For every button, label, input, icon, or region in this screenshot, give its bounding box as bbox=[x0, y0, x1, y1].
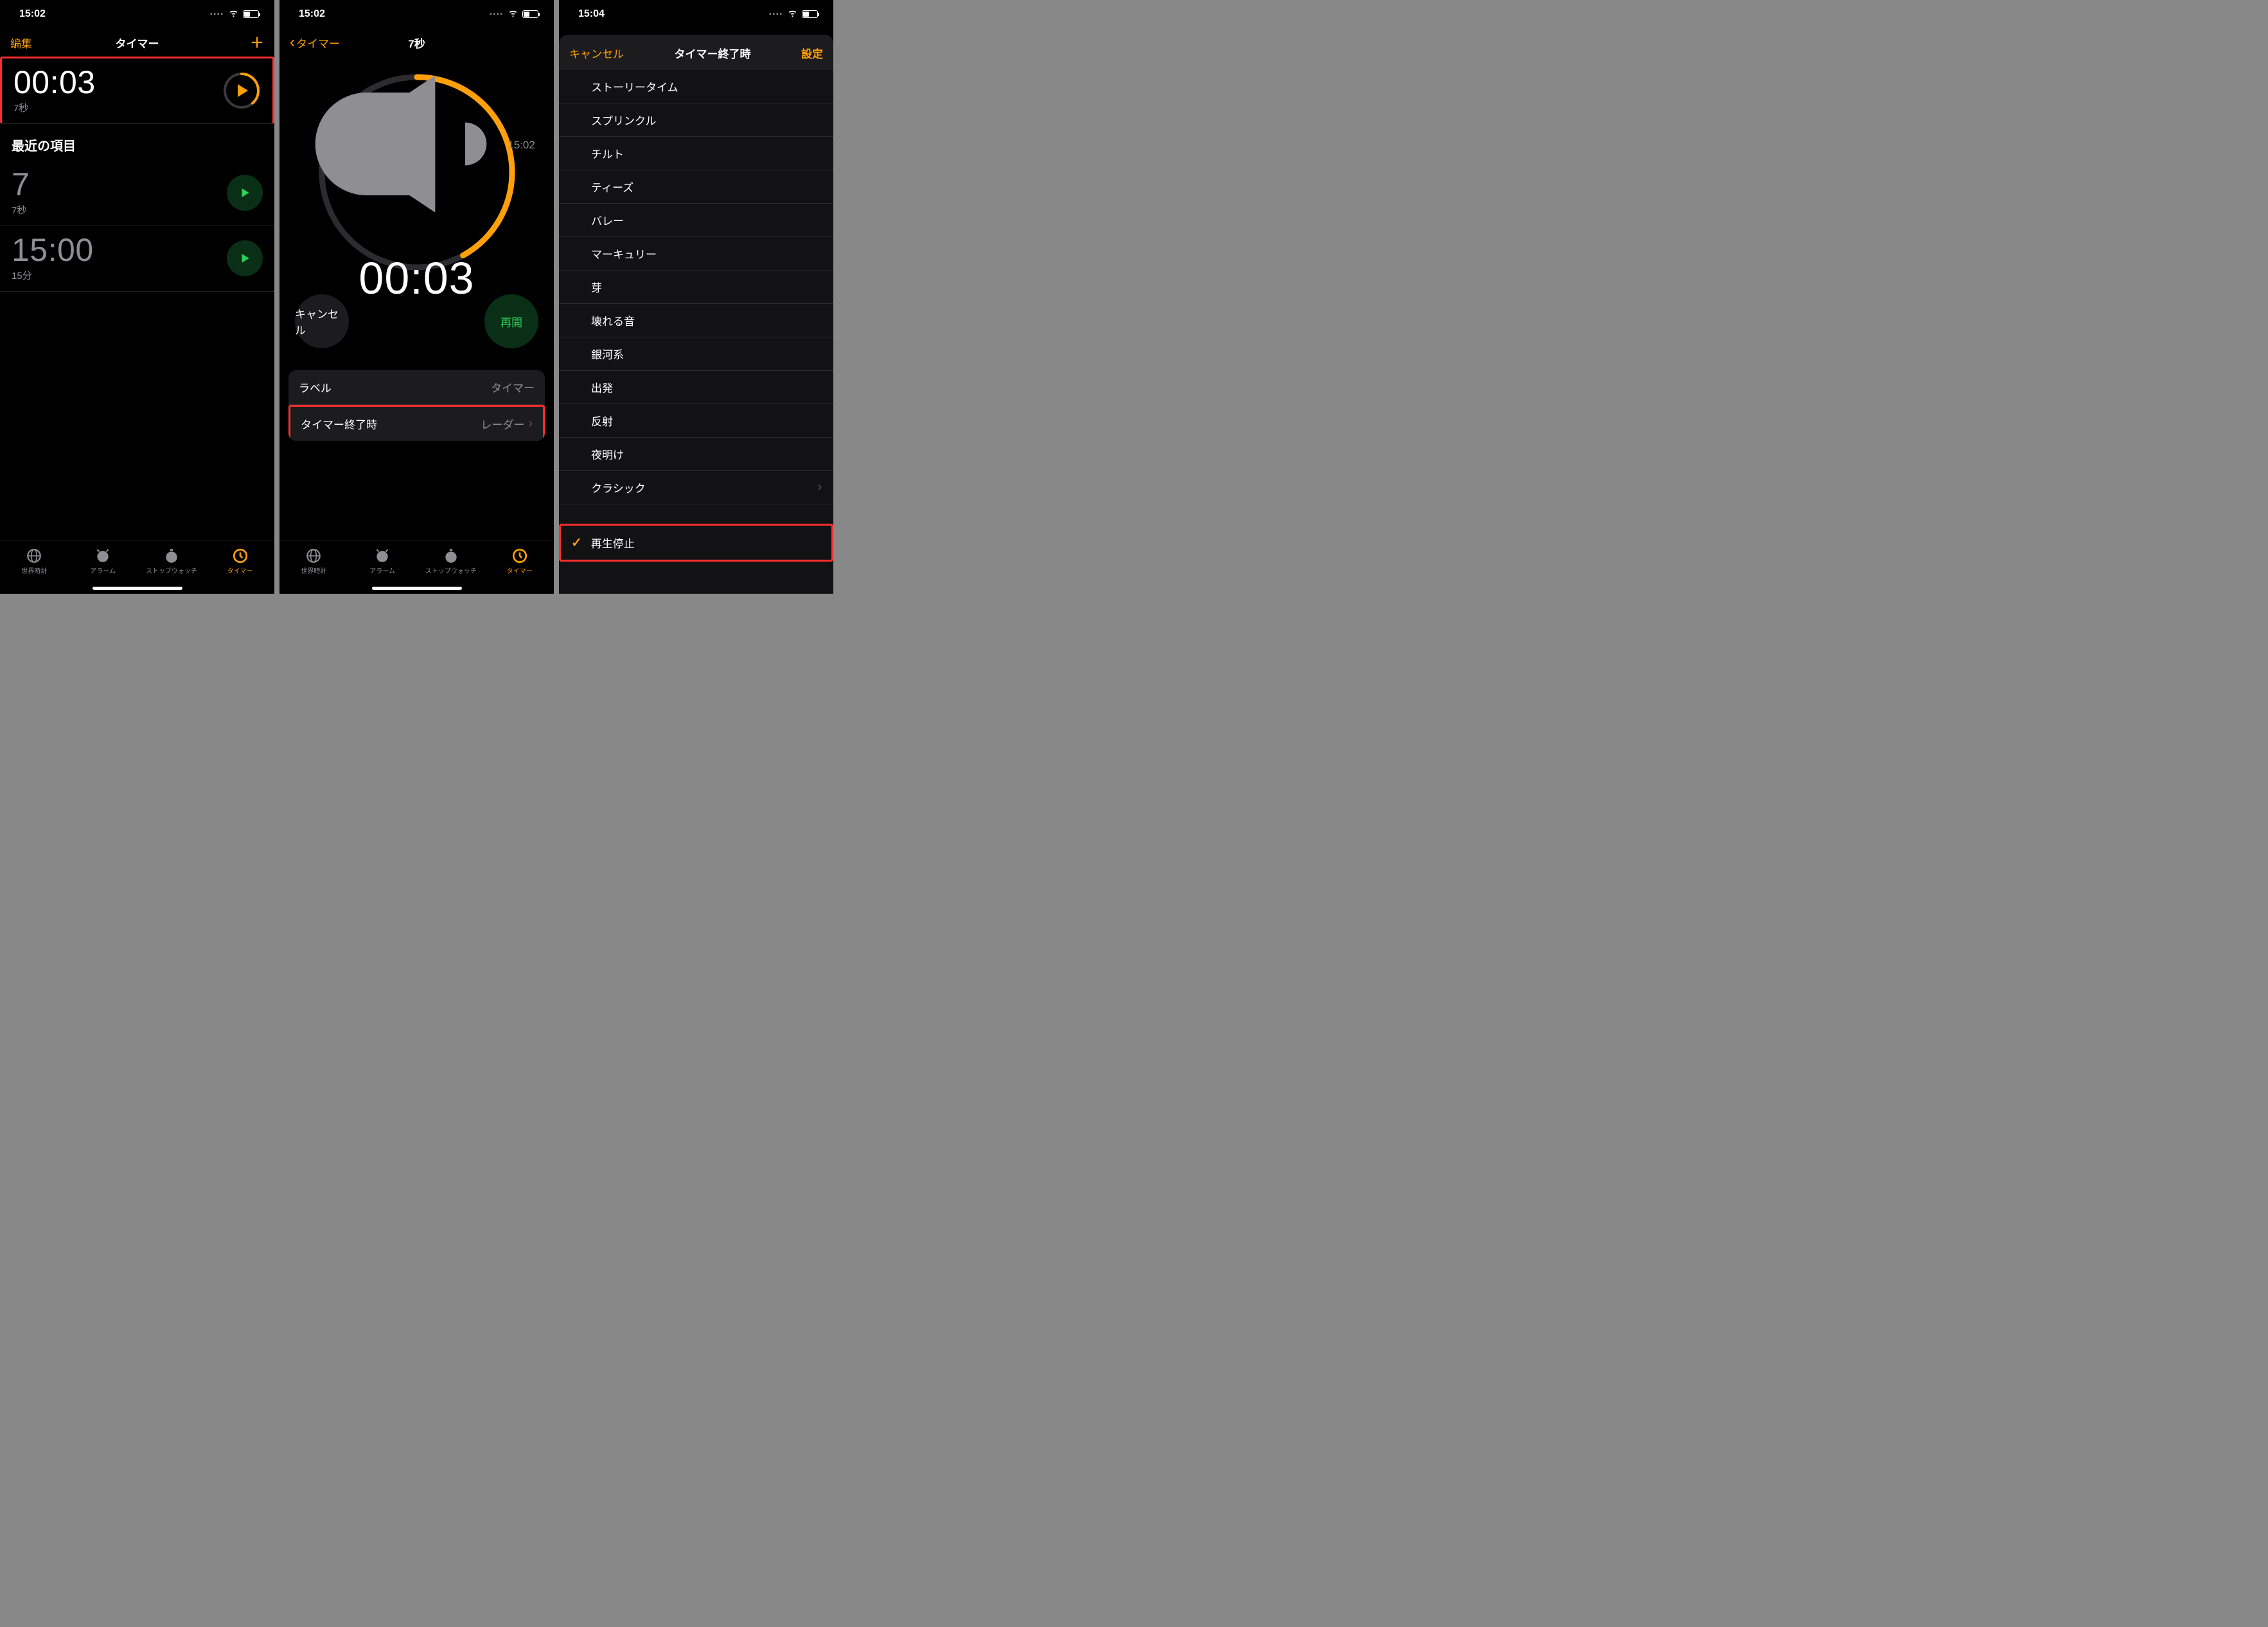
modal-title: タイマー終了時 bbox=[675, 45, 751, 61]
sound-key: タイマー終了時 bbox=[301, 416, 377, 432]
edit-button[interactable]: 編集 bbox=[10, 35, 62, 51]
chevron-right-icon: › bbox=[817, 480, 822, 495]
sound-item[interactable]: 反射 bbox=[559, 404, 833, 438]
checkmark-icon: ✓ bbox=[571, 535, 582, 551]
recent-label: 15分 bbox=[12, 269, 94, 282]
sound-value: レーダー bbox=[481, 416, 524, 432]
recent-label: 7秒 bbox=[12, 203, 30, 217]
sound-item[interactable]: ティーズ bbox=[559, 170, 833, 204]
content: 00:03 7秒 最近の項目 7 7秒 15:00 bbox=[0, 57, 274, 540]
tab-alarm[interactable]: アラーム bbox=[348, 540, 417, 582]
clock-time: 15:02 bbox=[299, 8, 325, 20]
clock-time: 15:02 bbox=[19, 8, 46, 20]
screen-sound-picker: 15:04 •••• キャンセル タイマー終了時 設定 ストーリータイム スプリ… bbox=[559, 0, 833, 594]
timer-circle: 15:02 00:03 bbox=[279, 57, 554, 275]
page-title: 7秒 bbox=[408, 35, 425, 51]
recent-timer-row[interactable]: 7 7秒 bbox=[0, 161, 274, 226]
bell-icon bbox=[298, 57, 504, 250]
recent-time: 15:00 bbox=[12, 234, 94, 266]
end-sound-row[interactable]: タイマー終了時 レーダー › bbox=[288, 405, 545, 441]
wifi-icon bbox=[228, 7, 239, 21]
active-timer-info: 00:03 7秒 bbox=[13, 66, 96, 114]
tab-stopwatch[interactable]: ストップウォッチ bbox=[417, 540, 486, 582]
active-timer-label: 7秒 bbox=[13, 101, 96, 114]
nav-header: ‹ タイマー 7秒 bbox=[279, 28, 554, 57]
wifi-icon bbox=[508, 7, 518, 21]
remaining-time: 00:03 bbox=[359, 253, 474, 304]
sound-item[interactable]: ストーリータイム bbox=[559, 70, 833, 103]
sound-modal: キャンセル タイマー終了時 設定 ストーリータイム スプリンクル チルト ティー… bbox=[559, 35, 833, 594]
battery-icon bbox=[243, 10, 259, 18]
label-key: ラベル bbox=[299, 379, 332, 395]
end-time-row: 15:02 bbox=[298, 57, 535, 250]
tab-label: ストップウォッチ bbox=[146, 565, 197, 575]
timer-settings-list: ラベル タイマー タイマー終了時 レーダー › bbox=[288, 370, 545, 441]
resume-button[interactable]: 再開 bbox=[484, 294, 538, 348]
recent-time: 7 bbox=[12, 168, 30, 200]
sound-item[interactable]: 銀河系 bbox=[559, 337, 833, 371]
chevron-right-icon: › bbox=[528, 416, 533, 431]
tab-timer[interactable]: タイマー bbox=[206, 540, 274, 582]
status-icons: •••• bbox=[210, 7, 259, 21]
add-timer-button[interactable] bbox=[213, 35, 264, 49]
chevron-left-icon: ‹ bbox=[290, 35, 295, 50]
label-value: タイマー bbox=[491, 379, 535, 395]
tab-bar: 世界時計 アラーム ストップウォッチ タイマー bbox=[0, 540, 274, 594]
status-bar: 15:02 •••• bbox=[279, 0, 554, 28]
sound-item[interactable]: チルト bbox=[559, 137, 833, 170]
screen-timer-detail: 15:02 •••• ‹ タイマー 7秒 bbox=[279, 0, 554, 594]
clock-time: 15:04 bbox=[578, 8, 605, 20]
tab-timer[interactable]: タイマー bbox=[485, 540, 554, 582]
cancel-button[interactable]: キャンセル bbox=[295, 294, 349, 348]
sound-item[interactable]: 壊れる音 bbox=[559, 304, 833, 337]
battery-icon bbox=[802, 10, 818, 18]
stop-playback-row[interactable]: ✓ 再生停止 bbox=[561, 526, 831, 560]
back-button[interactable]: ‹ タイマー bbox=[290, 35, 341, 51]
sound-item[interactable]: マーキュリー bbox=[559, 237, 833, 271]
nav-header: 編集 タイマー bbox=[0, 28, 274, 57]
back-label: タイマー bbox=[296, 35, 340, 51]
stop-playback-section: ✓ 再生停止 bbox=[559, 524, 833, 562]
sound-item[interactable]: 芽 bbox=[559, 271, 833, 304]
cell-dots-icon: •••• bbox=[769, 11, 783, 18]
cell-dots-icon: •••• bbox=[490, 11, 504, 18]
screen-timer-list: 15:02 •••• 編集 タイマー 00:03 7秒 bbox=[0, 0, 274, 594]
cell-dots-icon: •••• bbox=[210, 11, 224, 18]
start-recent-button[interactable] bbox=[227, 175, 263, 211]
modal-done-button[interactable]: 設定 bbox=[801, 45, 823, 61]
tab-label: 世界時計 bbox=[21, 565, 47, 575]
status-bar: 15:02 •••• bbox=[0, 0, 274, 28]
start-recent-button[interactable] bbox=[227, 240, 263, 276]
tab-bar: 世界時計 アラーム ストップウォッチ タイマー bbox=[279, 540, 554, 594]
sound-item[interactable]: 出発 bbox=[559, 371, 833, 404]
home-indicator[interactable] bbox=[372, 587, 462, 590]
recents-header: 最近の項目 bbox=[0, 124, 274, 161]
home-indicator[interactable] bbox=[93, 587, 182, 590]
tab-world-clock[interactable]: 世界時計 bbox=[279, 540, 348, 582]
sound-item[interactable]: バレー bbox=[559, 204, 833, 237]
wifi-icon bbox=[787, 7, 798, 21]
sound-classic-item[interactable]: クラシック › bbox=[559, 471, 833, 504]
tab-alarm[interactable]: アラーム bbox=[69, 540, 137, 582]
tab-label: アラーム bbox=[90, 565, 116, 575]
sound-list[interactable]: ストーリータイム スプリンクル チルト ティーズ バレー マーキュリー 芽 壊れ… bbox=[559, 70, 833, 594]
status-bar: 15:04 •••• bbox=[559, 0, 833, 28]
sound-item[interactable]: スプリンクル bbox=[559, 103, 833, 137]
modal-cancel-button[interactable]: キャンセル bbox=[569, 45, 624, 61]
stop-playback-label: 再生停止 bbox=[591, 535, 635, 551]
tab-stopwatch[interactable]: ストップウォッチ bbox=[137, 540, 206, 582]
label-row[interactable]: ラベル タイマー bbox=[288, 370, 545, 405]
tab-label: タイマー bbox=[227, 565, 253, 575]
tab-world-clock[interactable]: 世界時計 bbox=[0, 540, 69, 582]
active-timer-time: 00:03 bbox=[13, 66, 96, 98]
battery-icon bbox=[522, 10, 538, 18]
content: 15:02 00:03 キャンセル 再開 ラベル タイマー タイマー終了時 bbox=[279, 57, 554, 540]
page-title: タイマー bbox=[116, 35, 159, 51]
sound-item[interactable]: 夜明け bbox=[559, 438, 833, 471]
active-timer-row[interactable]: 00:03 7秒 bbox=[0, 57, 274, 124]
recent-timer-row[interactable]: 15:00 15分 bbox=[0, 226, 274, 292]
resume-arc-button[interactable] bbox=[222, 71, 261, 110]
end-time: 15:02 bbox=[508, 139, 535, 152]
modal-header: キャンセル タイマー終了時 設定 bbox=[559, 35, 833, 70]
